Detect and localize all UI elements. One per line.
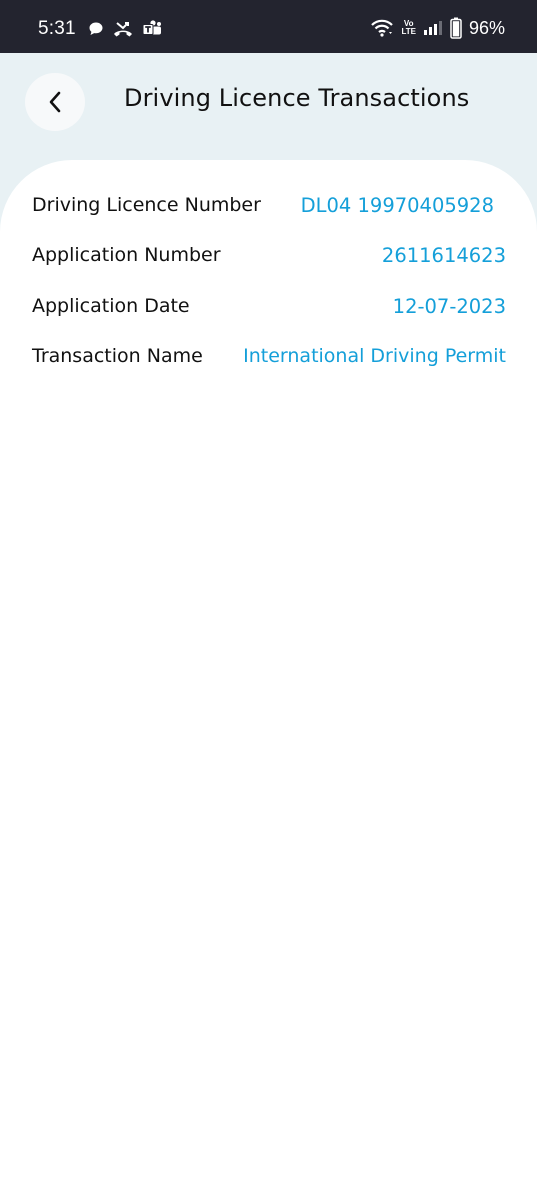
detail-value: International Driving Permit bbox=[243, 345, 506, 367]
status-time: 5:31 bbox=[38, 18, 76, 39]
wifi-icon bbox=[371, 19, 394, 37]
detail-value: 2611614623 bbox=[381, 244, 506, 267]
back-button[interactable] bbox=[25, 73, 85, 131]
detail-label: Driving Licence Number bbox=[32, 194, 261, 216]
chevron-left-icon bbox=[49, 91, 61, 113]
system-icons: Vo LTE 96% bbox=[370, 16, 505, 40]
battery-percent: 96% bbox=[468, 17, 505, 38]
chat-bubble-icon bbox=[89, 22, 103, 35]
detail-label: Application Date bbox=[32, 295, 190, 317]
teams-icon bbox=[142, 20, 161, 35]
detail-label: Application Number bbox=[32, 244, 221, 266]
status-bar: 5:31 Vo LTE 96% bbox=[0, 0, 537, 53]
detail-row-application-date: Application Date 12-07-2023 bbox=[32, 295, 506, 325]
missed-call-icon bbox=[114, 22, 132, 37]
page-title: Driving Licence Transactions bbox=[124, 84, 470, 112]
detail-row-transaction-name: Transaction Name International Driving P… bbox=[32, 345, 506, 375]
battery-icon bbox=[450, 17, 462, 39]
details-card: Driving Licence Number DL04 19970405928 … bbox=[0, 160, 537, 1200]
detail-value: 12-07-2023 bbox=[392, 295, 506, 318]
detail-row-application-number: Application Number 2611614623 bbox=[32, 244, 506, 274]
detail-label: Transaction Name bbox=[32, 345, 203, 367]
signal-icon bbox=[423, 21, 442, 35]
notification-icons bbox=[88, 18, 162, 40]
detail-value: DL04 19970405928 bbox=[300, 194, 494, 217]
volte-bottom: LTE bbox=[401, 27, 416, 36]
detail-row-licence-number: Driving Licence Number DL04 19970405928 bbox=[32, 194, 506, 224]
volte-indicator: Vo LTE bbox=[401, 20, 416, 36]
